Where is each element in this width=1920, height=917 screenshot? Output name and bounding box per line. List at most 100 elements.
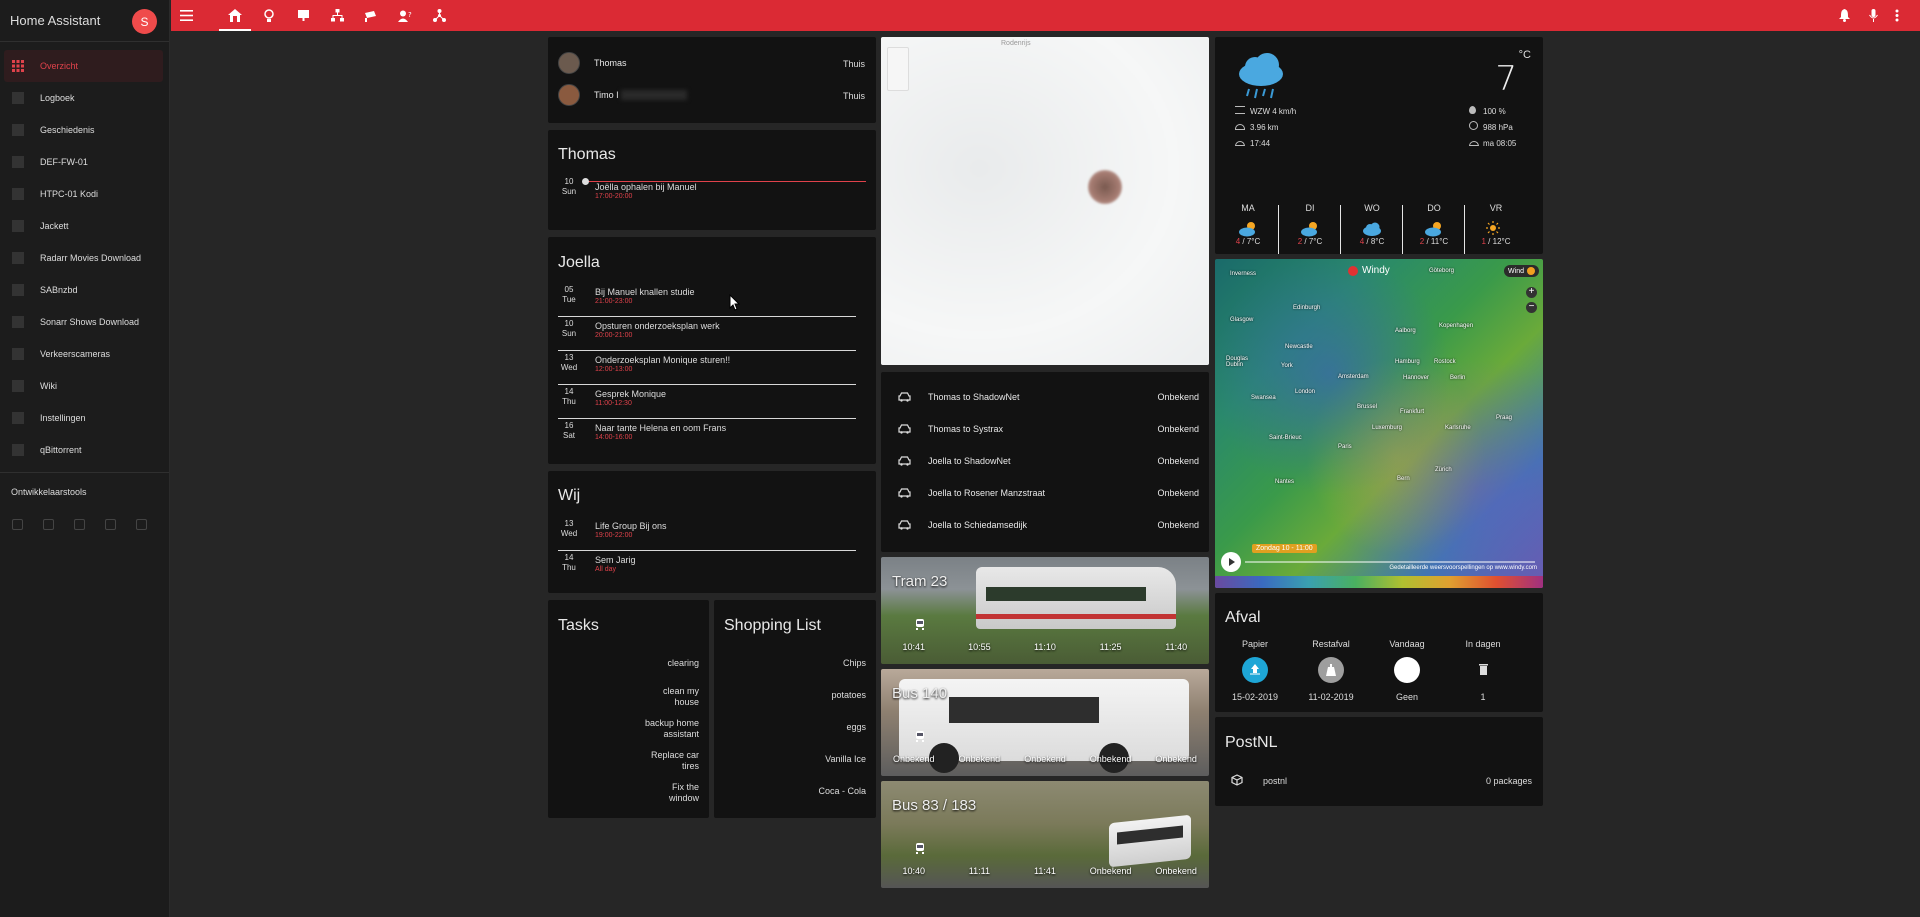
afval-column[interactable]: Papier 15-02-2019 bbox=[1217, 639, 1293, 702]
event-date: 10 Sun bbox=[561, 177, 577, 196]
sidebar-item-instellingen[interactable]: Instellingen bbox=[0, 402, 169, 434]
sidebar-item-logboek[interactable]: Logboek bbox=[0, 82, 169, 114]
tab-projector-icon[interactable] bbox=[291, 0, 315, 31]
sidebar-item-qbittorrent[interactable]: qBittorrent bbox=[0, 434, 169, 466]
task-item[interactable]: Fix the window bbox=[669, 782, 699, 804]
weather-card[interactable]: 7 °C WZW 4 km/h 3.96 km 17:44 100 % 988 … bbox=[1215, 37, 1543, 254]
car-icon bbox=[898, 456, 911, 466]
calendar-event[interactable]: 05 Tue Bij Manuel knallen studie 21:00-23:0… bbox=[558, 283, 856, 317]
tab-person-question-icon[interactable]: ? bbox=[393, 0, 417, 31]
zoom-in-button[interactable]: + bbox=[1526, 287, 1537, 298]
travel-route-row[interactable]: Thomas to ShadowNet Onbekend bbox=[898, 387, 1199, 407]
top-toolbar: ? bbox=[171, 0, 1920, 31]
sidebar-item-htpc-01-kodi[interactable]: HTPC-01 Kodi bbox=[0, 178, 169, 210]
tab-hub-icon[interactable] bbox=[427, 0, 451, 31]
map-person-marker[interactable] bbox=[1088, 170, 1122, 204]
sidebar-item-jackett[interactable]: Jackett bbox=[0, 210, 169, 242]
play-button[interactable] bbox=[1221, 552, 1241, 572]
sidebar-item-sonarr-shows-download[interactable]: Sonarr Shows Download bbox=[0, 306, 169, 338]
event-date: 13 Wed bbox=[560, 519, 578, 538]
afval-value: 15-02-2019 bbox=[1231, 692, 1279, 702]
remote-icon[interactable] bbox=[12, 519, 23, 530]
calendar-event[interactable]: 13 Wed Onderzoeksplan Monique sturen!! 12:0… bbox=[558, 351, 856, 385]
postnl-entity[interactable]: postnl bbox=[1263, 776, 1287, 786]
sidebar-item-sabnzbd[interactable]: SABnzbd bbox=[0, 274, 169, 306]
pressure-icon bbox=[1469, 121, 1478, 130]
shopping-item[interactable]: Vanilla Ice bbox=[825, 754, 866, 765]
travel-route-row[interactable]: Joella to Schiedamsedijk Onbekend bbox=[898, 515, 1199, 535]
bus-icon bbox=[916, 731, 924, 742]
city-label: Hamburg bbox=[1395, 359, 1420, 365]
transit-card-tram[interactable]: Tram 23 10:41 10:55 11:10 11:25 11:40 bbox=[881, 557, 1209, 664]
calendar-event[interactable]: 14 Thu Sem Jarig All day bbox=[558, 551, 856, 585]
wind-overlay bbox=[1215, 259, 1543, 588]
afval-column[interactable]: Vandaag Geen bbox=[1369, 639, 1445, 702]
info-icon[interactable] bbox=[136, 519, 147, 530]
timeline-bar[interactable] bbox=[1245, 561, 1535, 563]
windy-logo[interactable]: Windy bbox=[1348, 265, 1390, 276]
event-time: 12:00-13:00 bbox=[595, 366, 633, 373]
calendar-event[interactable]: 10 Sun Joëlla ophalen bij Manuel 17:00-20… bbox=[558, 175, 856, 209]
sidebar-item-label: Overzicht bbox=[40, 61, 79, 71]
sidebar-item-wiki[interactable]: Wiki bbox=[0, 370, 169, 402]
map-zoom-controls[interactable] bbox=[887, 47, 909, 91]
departure-times: 10:41 10:55 11:10 11:25 11:40 bbox=[902, 642, 1188, 652]
task-item[interactable]: clean my house bbox=[663, 686, 699, 708]
sidebar-item-radarr-movies-download[interactable]: Radarr Movies Download bbox=[0, 242, 169, 274]
tab-home-icon[interactable] bbox=[223, 0, 247, 31]
travel-route-row[interactable]: Thomas to Systrax Onbekend bbox=[898, 419, 1199, 439]
calendar-event[interactable]: 10 Sun Opsturen onderzoeksplan werk 20:00-2… bbox=[558, 317, 856, 351]
sidebar-item-verkeerscameras[interactable]: Verkeerscameras bbox=[0, 338, 169, 370]
server-icon bbox=[12, 156, 24, 168]
departure-times: Onbekend Onbekend Onbekend Onbekend Onbekend bbox=[893, 754, 1197, 764]
task-item[interactable]: clearing bbox=[667, 658, 699, 669]
city-label: York bbox=[1281, 363, 1293, 369]
sidebar-item-overzicht[interactable]: Overzicht bbox=[4, 50, 163, 82]
calendar-event[interactable]: 13 Wed Life Group Bij ons 19:00-22:00 bbox=[558, 517, 856, 551]
tab-network-icon[interactable] bbox=[325, 0, 349, 31]
file-icon[interactable] bbox=[105, 519, 116, 530]
sidebar-item-def-fw-01[interactable]: DEF-FW-01 bbox=[0, 146, 169, 178]
microphone-icon[interactable] bbox=[1861, 0, 1885, 31]
calendar-event[interactable]: 14 Thu Gesprek Monique 11:00-12:30 bbox=[558, 385, 856, 419]
forecast-day-label: DI bbox=[1305, 203, 1315, 213]
current-temperature: 7 bbox=[1495, 59, 1517, 99]
task-item[interactable]: backup home assistant bbox=[645, 718, 699, 740]
radio-tower-icon[interactable] bbox=[74, 519, 85, 530]
afval-column[interactable]: In dagen 1 bbox=[1445, 639, 1521, 702]
avatar[interactable]: S bbox=[132, 9, 157, 34]
travel-route-row[interactable]: Joella to Rosener Manzstraat Onbekend bbox=[898, 483, 1199, 503]
sidebar-item-label: qBittorrent bbox=[40, 445, 82, 455]
person-timo[interactable]: Timo I bbox=[558, 84, 687, 106]
sunset-value: 17:44 bbox=[1250, 139, 1271, 148]
task-item[interactable]: Replace car tires bbox=[651, 750, 699, 772]
windy-map-card[interactable]: Inverness Glasgow Edinburgh Newcastle Dublin… bbox=[1215, 259, 1543, 588]
map-card[interactable]: Rodenrijs bbox=[881, 37, 1209, 365]
more-vertical-icon[interactable] bbox=[1885, 0, 1909, 31]
transit-card-bus-140[interactable]: Bus 140 Onbekend Onbekend Onbekend Onbekend… bbox=[881, 669, 1209, 776]
calendar-event[interactable]: 16 Sat Naar tante Helena en oom Frans 14:00… bbox=[558, 419, 856, 453]
shopping-item[interactable]: Coca - Cola bbox=[818, 786, 866, 797]
travel-route-row[interactable]: Joella to ShadowNet Onbekend bbox=[898, 451, 1199, 471]
windy-footer[interactable]: Gedetailleerde weersvoorspellingen op ww… bbox=[1389, 565, 1537, 571]
forecast-day: DI 2 / 7°C bbox=[1286, 203, 1334, 246]
shopping-item[interactable]: Chips bbox=[843, 658, 866, 669]
zoom-out-button[interactable]: − bbox=[1526, 302, 1537, 313]
tab-cctv-icon[interactable] bbox=[359, 0, 383, 31]
windy-logo-icon bbox=[1348, 265, 1358, 276]
afval-column[interactable]: Restafval 11-02-2019 bbox=[1293, 639, 1369, 702]
tab-lightbulb-icon[interactable] bbox=[257, 0, 281, 31]
shopping-item[interactable]: eggs bbox=[846, 722, 866, 733]
notifications-bell-icon[interactable] bbox=[1832, 0, 1856, 31]
transit-card-bus-83[interactable]: Bus 83 / 183 10:40 11:11 11:41 Onbekend Onbe… bbox=[881, 781, 1209, 888]
code-icon[interactable] bbox=[43, 519, 54, 530]
afval-label: Restafval bbox=[1312, 639, 1350, 649]
person-thomas[interactable]: Thomas bbox=[558, 52, 627, 74]
city-label: Praag bbox=[1496, 415, 1513, 421]
afval-value: 11-02-2019 bbox=[1308, 692, 1354, 702]
layer-selector[interactable]: Wind bbox=[1504, 265, 1539, 277]
shopping-item[interactable]: potatoes bbox=[831, 690, 866, 701]
sidebar-item-geschiedenis[interactable]: Geschiedenis bbox=[0, 114, 169, 146]
menu-icon[interactable] bbox=[174, 0, 198, 31]
postnl-card: PostNL postnl 0 packages bbox=[1215, 717, 1543, 806]
